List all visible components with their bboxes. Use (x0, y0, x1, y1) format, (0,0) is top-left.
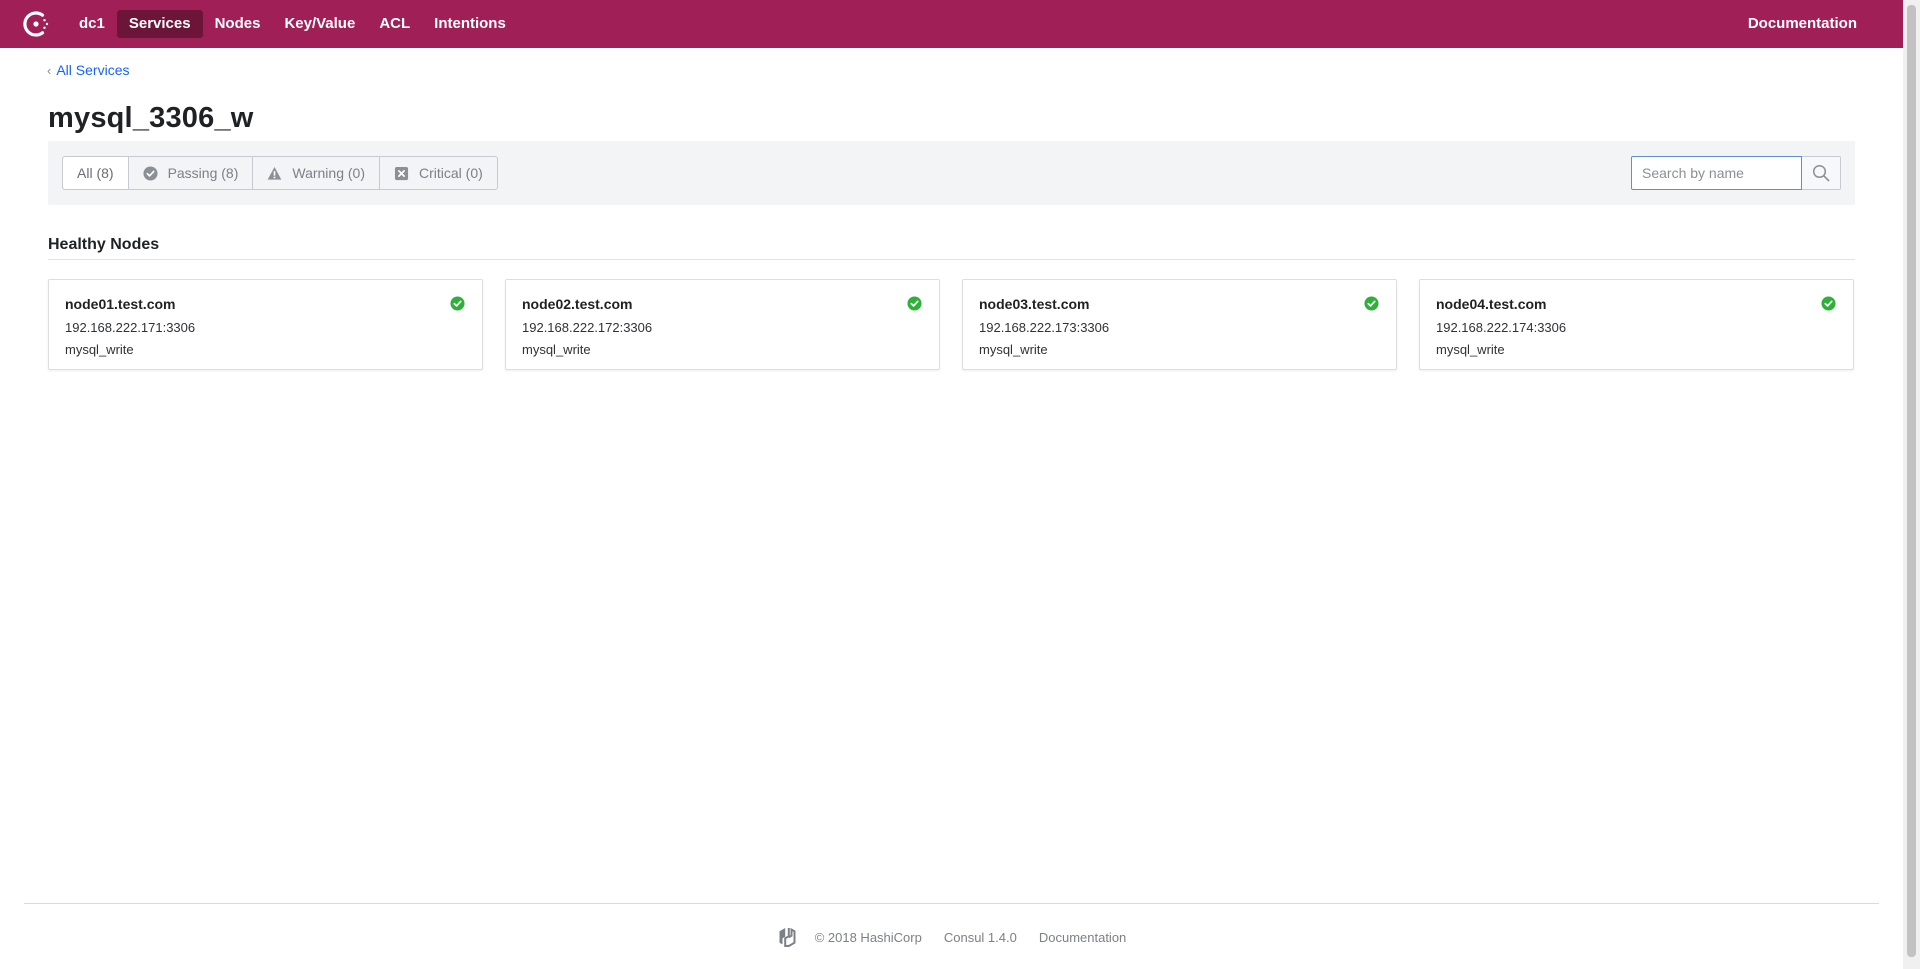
top-navigation: dc1 Services Nodes Key/Value ACL Intenti… (0, 0, 1903, 48)
node-card[interactable]: node04.test.com 192.168.222.174:3306 mys… (1419, 279, 1854, 370)
node-service-tag: mysql_write (65, 342, 134, 357)
vertical-scrollbar[interactable] (1903, 0, 1920, 969)
check-circle-icon (143, 165, 158, 181)
filter-passing-label: Passing (8) (167, 165, 239, 181)
nav-item-services[interactable]: Services (116, 10, 203, 38)
footer: © 2018 HashiCorp Consul 1.4.0 Documentat… (0, 926, 1903, 948)
node-name: node04.test.com (1436, 296, 1547, 312)
passing-check-icon (1821, 296, 1836, 311)
filter-warning-label: Warning (0) (292, 165, 365, 181)
health-filter-group: All (8) Passing (8) Warning (0) Critical… (62, 156, 498, 190)
scrollbar-thumb[interactable] (1907, 5, 1916, 957)
nav-item-acl[interactable]: ACL (367, 10, 422, 38)
warning-triangle-icon (267, 166, 282, 181)
passing-check-icon (907, 296, 922, 311)
passing-check-icon (1364, 296, 1379, 311)
search-icon (1812, 164, 1830, 182)
page-title: mysql_3306_w (48, 102, 254, 134)
filter-passing[interactable]: Passing (8) (127, 157, 253, 189)
node-address: 192.168.222.172:3306 (522, 320, 653, 335)
node-name: node03.test.com (979, 296, 1090, 312)
healthy-nodes-heading: Healthy Nodes (48, 236, 160, 253)
node-name: node01.test.com (65, 296, 176, 312)
node-name: node02.test.com (522, 296, 633, 312)
footer-divider (24, 903, 1879, 904)
node-card[interactable]: node01.test.com 192.168.222.171:3306 mys… (48, 279, 483, 370)
node-service-tag: mysql_write (979, 342, 1048, 357)
node-card[interactable]: node03.test.com 192.168.222.173:3306 mys… (962, 279, 1397, 370)
filter-bar: All (8) Passing (8) Warning (0) Critical… (48, 141, 1855, 205)
consul-logo-icon[interactable] (21, 8, 53, 40)
filter-all[interactable]: All (8) (63, 157, 128, 189)
datacenter-selector[interactable]: dc1 (67, 10, 117, 38)
footer-copyright: © 2018 HashiCorp (814, 929, 922, 945)
filter-critical[interactable]: Critical (0) (379, 157, 497, 189)
node-service-tag: mysql_write (1436, 342, 1505, 357)
node-address: 192.168.222.174:3306 (1436, 320, 1567, 335)
search-box (1631, 156, 1841, 190)
nav-item-nodes[interactable]: Nodes (203, 10, 273, 38)
footer-documentation-link[interactable]: Documentation (1039, 930, 1126, 945)
healthy-node-list: node01.test.com 192.168.222.171:3306 mys… (48, 279, 1854, 370)
footer-version: Consul 1.4.0 (943, 929, 1017, 945)
passing-check-icon (450, 296, 465, 311)
breadcrumb-all-services-link[interactable]: All Services (56, 62, 129, 78)
nav-item-intentions[interactable]: Intentions (422, 10, 518, 38)
filter-all-label: All (8) (77, 165, 114, 181)
search-button[interactable] (1802, 156, 1841, 190)
node-card[interactable]: node02.test.com 192.168.222.172:3306 mys… (505, 279, 940, 370)
nav-item-key-value[interactable]: Key/Value (272, 10, 367, 38)
filter-critical-label: Critical (0) (419, 165, 483, 181)
search-input[interactable] (1631, 156, 1802, 190)
nav-documentation-link[interactable]: Documentation (1736, 10, 1869, 38)
hashicorp-logo-icon[interactable] (777, 926, 799, 948)
breadcrumb[interactable]: ‹ All Services (47, 62, 129, 78)
section-divider (48, 259, 1855, 260)
node-address: 192.168.222.173:3306 (979, 320, 1110, 335)
filter-warning[interactable]: Warning (0) (252, 157, 379, 189)
node-service-tag: mysql_write (522, 342, 591, 357)
node-address: 192.168.222.171:3306 (65, 320, 196, 335)
critical-x-icon (394, 166, 409, 181)
chevron-left-icon: ‹ (47, 62, 52, 78)
